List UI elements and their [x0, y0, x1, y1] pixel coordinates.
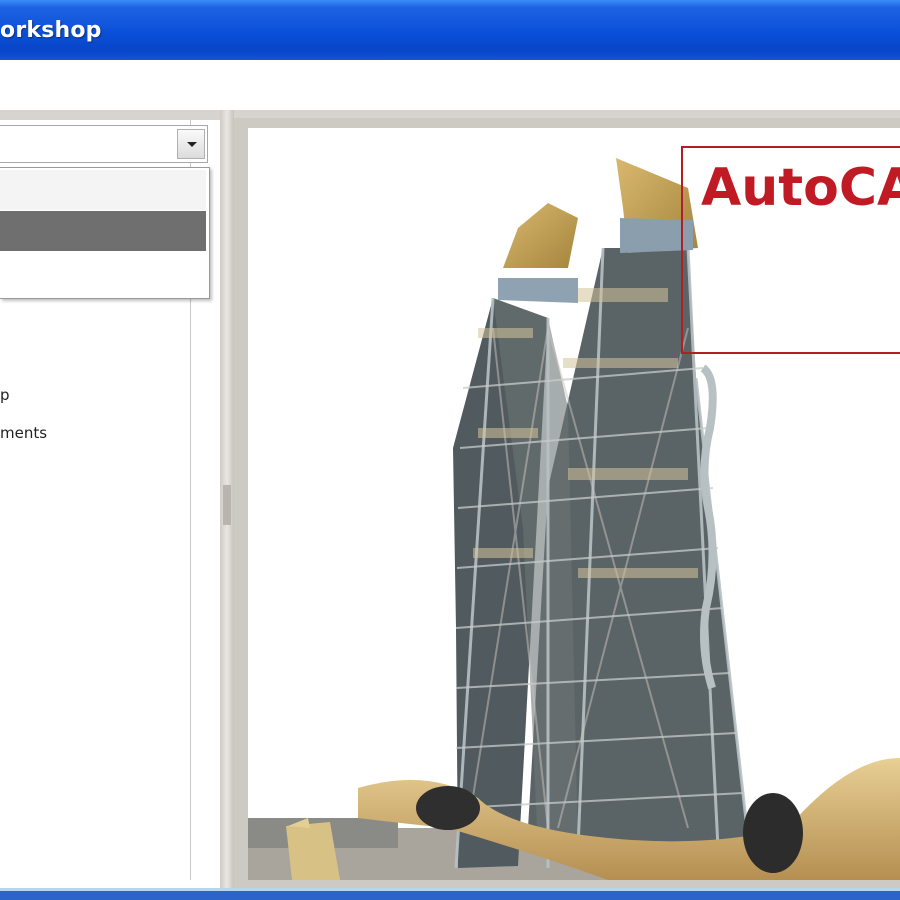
tree-item[interactable]: p — [0, 386, 10, 404]
dropdown-option[interactable] — [0, 252, 206, 292]
combo-box[interactable] — [0, 125, 208, 163]
overlay-text: AutoCA — [701, 158, 900, 218]
image-frame: AutoCA — [248, 128, 900, 880]
title-bar: orkshop — [0, 0, 900, 60]
toolbar-area — [0, 60, 900, 110]
bottom-border-highlight — [0, 888, 900, 891]
bottom-border — [0, 888, 900, 900]
dropdown-option[interactable] — [0, 170, 206, 210]
overlay-box: AutoCA — [681, 146, 900, 354]
splitter[interactable] — [220, 110, 234, 900]
splitter-grip[interactable] — [223, 485, 231, 525]
chevron-down-icon — [187, 142, 197, 147]
dropdown-option-selected[interactable] — [0, 211, 206, 251]
tree-item[interactable]: ments — [0, 424, 47, 442]
window-title: orkshop — [0, 18, 102, 43]
dropdown-list — [0, 167, 210, 299]
image-viewer: AutoCA — [234, 118, 900, 890]
dropdown-button[interactable] — [177, 129, 205, 159]
